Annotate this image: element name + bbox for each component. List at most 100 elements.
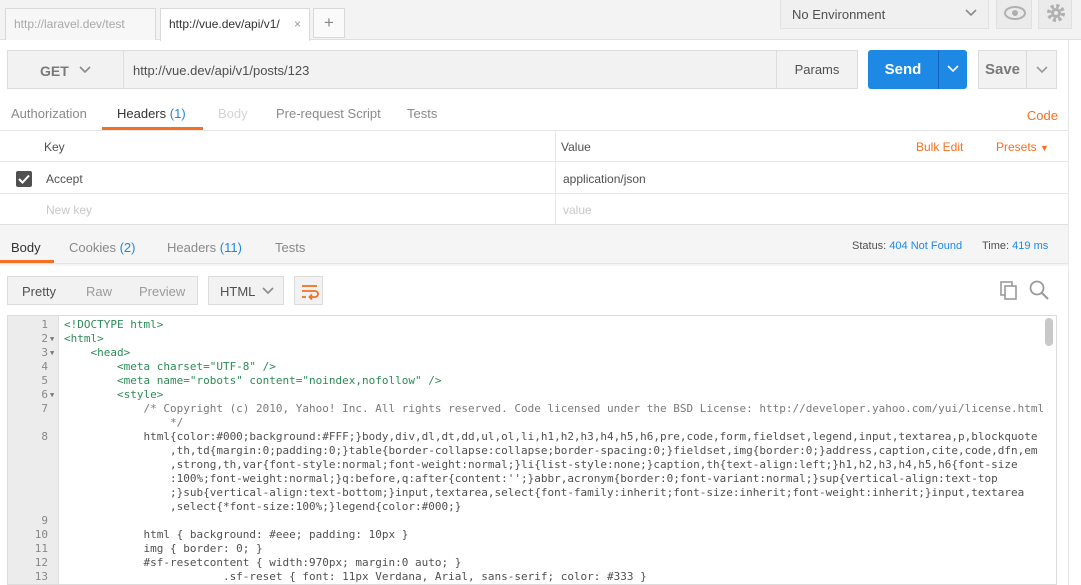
close-tab-icon[interactable]: ×	[294, 17, 301, 31]
response-body-editor[interactable]: 1 <!DOCTYPE html> 2 ▼ <html> 3 ▼ <head> 4 <meta…	[7, 315, 1057, 585]
method-select[interactable]: GET	[7, 50, 124, 89]
code-text: .sf-reset { font: 11px Verdana, Arial, s…	[64, 570, 647, 583]
response-tab-headers[interactable]: Headers (11)	[167, 240, 242, 255]
line-number: 12	[34, 556, 48, 569]
params-button[interactable]: Params	[776, 50, 858, 89]
headers-table-header: Key Value	[0, 131, 1068, 162]
code-text: <html>	[64, 332, 104, 345]
fold-toggle-icon[interactable]: ▼	[50, 388, 54, 402]
tab-headers[interactable]: Headers (1)	[117, 106, 186, 121]
presets-dropdown[interactable]: Presets ▼	[996, 140, 1049, 154]
wrap-icon	[302, 285, 319, 301]
checkmark-icon	[18, 174, 30, 184]
quick-look-button[interactable]	[996, 0, 1032, 29]
copy-icon[interactable]	[998, 280, 1020, 302]
view-mode-group: Pretty Raw Preview	[7, 276, 198, 305]
code-text: ;}sub{vertical-align:text-bottom;}input,…	[64, 486, 1025, 499]
new-value-input[interactable]: value	[563, 203, 592, 217]
column-divider	[555, 131, 556, 224]
line-number: 4	[41, 360, 48, 373]
new-header-row: New key value	[0, 194, 1068, 225]
new-key-input[interactable]: New key	[46, 203, 92, 217]
line-number: 11	[34, 542, 48, 555]
tab-headers-label: Headers	[117, 106, 167, 121]
language-select[interactable]: HTML	[208, 276, 284, 305]
tab-authorization[interactable]: Authorization	[11, 106, 87, 121]
line-number: 8	[41, 430, 48, 443]
tab-vue-api[interactable]: http://vue.dev/api/v1/ ×	[160, 8, 310, 41]
code-text: <head>	[64, 346, 131, 359]
save-button[interactable]: Save	[978, 50, 1027, 89]
response-tab-headers-count: (11)	[219, 240, 242, 255]
time-value: 419 ms	[1012, 240, 1049, 252]
code-link[interactable]: Code	[1027, 108, 1058, 123]
code-text: #sf-resetcontent { width:970px; margin:0…	[64, 556, 462, 569]
method-label: GET	[40, 63, 69, 79]
right-edge	[1068, 40, 1081, 585]
code-text: ,th,td{margin:0;padding:0;}table{border-…	[64, 444, 1038, 457]
line-number: 9	[41, 514, 48, 527]
code-text: */	[64, 416, 184, 429]
header-value[interactable]: application/json	[563, 172, 646, 186]
raw-button[interactable]: Raw	[86, 284, 112, 299]
code-text: ,select{*font-size:100%;}legend{color:#0…	[64, 500, 462, 513]
line-number: 13	[34, 570, 48, 583]
pretty-button[interactable]: Pretty	[22, 284, 56, 299]
chevron-down-icon	[947, 65, 959, 73]
code-text: :100%;font-weight:normal;}q:before,q:aft…	[64, 472, 998, 485]
line-number: 10	[34, 528, 48, 541]
tab-label: http://laravel.dev/test	[14, 17, 125, 31]
url-input[interactable]: http://vue.dev/api/v1/posts/123	[124, 50, 777, 89]
language-label: HTML	[220, 284, 256, 299]
tab-headers-count: (1)	[169, 106, 186, 121]
tab-laravel-test[interactable]: http://laravel.dev/test	[5, 8, 156, 40]
code-text: <!DOCTYPE html>	[64, 318, 164, 331]
line-number: 2	[41, 332, 48, 345]
caret-down-icon: ▼	[1040, 143, 1049, 153]
chevron-down-icon	[262, 287, 274, 295]
search-icon[interactable]	[1028, 279, 1050, 301]
presets-label: Presets	[996, 140, 1037, 154]
header-enabled-checkbox[interactable]	[16, 171, 32, 187]
environment-label: No Environment	[792, 7, 886, 22]
tab-prerequest-script[interactable]: Pre-request Script	[276, 106, 381, 121]
response-tab-headers-label: Headers	[167, 240, 217, 255]
wrap-lines-button[interactable]	[294, 276, 323, 305]
response-tab-tests[interactable]: Tests	[275, 240, 305, 255]
value-column-header: Value	[561, 140, 591, 154]
divider	[0, 263, 1081, 264]
manage-environments-button[interactable]	[1038, 0, 1072, 29]
fold-toggle-icon[interactable]: ▼	[50, 332, 54, 346]
preview-button[interactable]: Preview	[139, 284, 185, 299]
code-text: <meta name="robots" content="noindex,nof…	[64, 374, 442, 387]
environment-select[interactable]: No Environment	[780, 0, 989, 29]
response-tab-body[interactable]: Body	[11, 240, 41, 255]
tab-bar: http://laravel.dev/test http://vue.dev/a…	[0, 0, 1081, 41]
tab-label: http://vue.dev/api/v1/	[169, 17, 280, 31]
save-options-button[interactable]	[1026, 50, 1057, 89]
key-column-header: Key	[44, 140, 65, 154]
scrollbar[interactable]	[1045, 318, 1053, 346]
bulk-edit-link[interactable]: Bulk Edit	[916, 140, 963, 154]
fold-toggle-icon[interactable]: ▼	[50, 346, 54, 360]
time-readout: Time: 419 ms	[982, 240, 1048, 252]
line-number: 1	[41, 318, 48, 331]
status-label: Status:	[852, 240, 887, 252]
tab-body[interactable]: Body	[218, 106, 248, 121]
send-button[interactable]: Send	[868, 50, 938, 89]
code-text: ,strong,th,var{font-style:normal;font-we…	[64, 458, 1018, 471]
line-number: 6	[41, 388, 48, 401]
new-tab-button[interactable]: +	[313, 8, 345, 38]
send-options-button[interactable]	[938, 50, 967, 89]
code-text: html { background: #eee; padding: 10px }	[64, 528, 409, 541]
chevron-down-icon	[1036, 66, 1048, 74]
code-text: img { border: 0; }	[64, 542, 263, 555]
response-tab-cookies-label: Cookies	[69, 240, 116, 255]
response-tab-cookies[interactable]: Cookies (2)	[69, 240, 135, 255]
line-number: 7	[41, 402, 48, 415]
header-key[interactable]: Accept	[46, 172, 83, 186]
eye-icon	[1004, 6, 1026, 20]
tab-tests[interactable]: Tests	[407, 106, 437, 121]
status-readout: Status: 404 Not Found	[852, 240, 962, 252]
response-tab-cookies-count: (2)	[119, 240, 136, 255]
